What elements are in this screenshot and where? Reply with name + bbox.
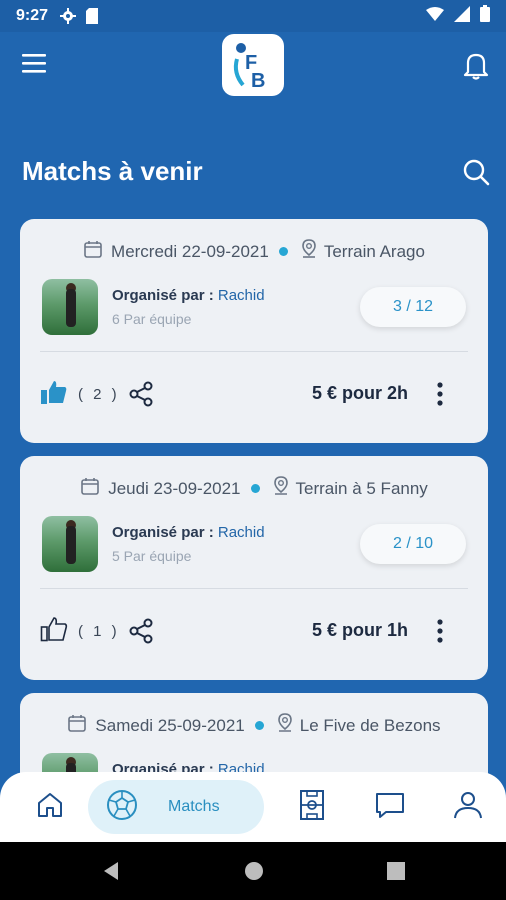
recents-icon[interactable] bbox=[387, 862, 405, 885]
separator-dot bbox=[254, 721, 264, 730]
status-time: 9:27 bbox=[16, 7, 49, 24]
like-button[interactable]: ( 2 ) bbox=[40, 379, 120, 410]
match-date: Samedi 25-09-2021 bbox=[95, 715, 245, 735]
players-per-team: 6 Par équipe bbox=[112, 311, 192, 327]
players-count-badge[interactable]: 2 / 10 bbox=[360, 524, 466, 564]
organiser-line: Organisé par : Rachid bbox=[112, 287, 265, 304]
bottom-navigation: Matchs bbox=[0, 772, 506, 842]
location-pin-icon bbox=[300, 239, 318, 264]
more-options-icon[interactable] bbox=[432, 618, 448, 644]
page-title: Matchs à venir bbox=[22, 156, 203, 186]
thumbs-up-outline-icon bbox=[40, 616, 68, 647]
calendar-icon bbox=[67, 713, 87, 738]
thumbs-up-filled-icon bbox=[40, 379, 68, 410]
match-card-header: Samedi 25-09-2021 Le Five de Bezons bbox=[20, 713, 488, 738]
signal-icon bbox=[454, 5, 470, 27]
match-card[interactable]: Jeudi 23-09-2021 Terrain à 5 Fanny Organ… bbox=[20, 456, 488, 680]
status-bar: 9:27 bbox=[0, 0, 506, 32]
field-icon bbox=[299, 789, 325, 826]
match-date: Mercredi 22-09-2021 bbox=[111, 241, 269, 261]
organiser-name: Rachid bbox=[217, 524, 265, 541]
organiser-avatar bbox=[42, 279, 98, 335]
separator-dot bbox=[278, 247, 288, 256]
nav-field[interactable] bbox=[284, 772, 340, 842]
match-date: Jeudi 23-09-2021 bbox=[108, 478, 241, 498]
match-card-header: Mercredi 22-09-2021 Terrain Arago bbox=[20, 239, 488, 264]
app-logo: F B bbox=[222, 34, 284, 96]
share-icon[interactable] bbox=[128, 381, 154, 412]
back-icon[interactable] bbox=[102, 861, 120, 886]
match-location: Terrain à 5 Fanny bbox=[295, 478, 428, 498]
match-price: 5 € pour 2h bbox=[311, 383, 408, 403]
match-price: 5 € pour 1h bbox=[311, 620, 408, 640]
more-options-icon[interactable] bbox=[432, 381, 448, 407]
home-icon bbox=[36, 791, 64, 824]
calendar-icon bbox=[80, 476, 100, 501]
match-card-header: Jeudi 23-09-2021 Terrain à 5 Fanny bbox=[20, 476, 488, 501]
organiser-label: Organisé par : bbox=[112, 524, 214, 541]
match-location: Terrain Arago bbox=[323, 241, 425, 261]
system-navigation-bar bbox=[0, 842, 506, 900]
match-card[interactable]: Mercredi 22-09-2021 Terrain Arago Organi… bbox=[20, 219, 488, 443]
location-pin-icon bbox=[276, 713, 294, 738]
nav-profile[interactable] bbox=[440, 772, 496, 842]
home-circle-icon[interactable] bbox=[244, 861, 264, 886]
app-header: F B bbox=[0, 32, 506, 128]
sd-card-status-icon bbox=[86, 8, 99, 24]
nav-home[interactable] bbox=[22, 772, 78, 842]
match-location: Le Five de Bezons bbox=[299, 715, 441, 735]
like-count: ( 2 ) bbox=[78, 386, 120, 403]
svg-text:B: B bbox=[251, 70, 265, 91]
menu-icon[interactable] bbox=[22, 52, 50, 76]
nav-matchs-label: Matchs bbox=[168, 798, 220, 815]
players-count-badge[interactable]: 3 / 12 bbox=[360, 287, 466, 327]
like-button[interactable]: ( 1 ) bbox=[40, 616, 120, 647]
nav-chat[interactable] bbox=[362, 772, 418, 842]
card-divider bbox=[40, 588, 468, 589]
nav-matchs[interactable]: Matchs bbox=[88, 780, 264, 834]
location-pin-icon bbox=[272, 476, 290, 501]
organiser-label: Organisé par : bbox=[112, 287, 214, 304]
organiser-name: Rachid bbox=[217, 287, 265, 304]
separator-dot bbox=[250, 484, 260, 493]
card-divider bbox=[40, 351, 468, 352]
organiser-line: Organisé par : Rachid bbox=[112, 524, 265, 541]
share-icon[interactable] bbox=[128, 618, 154, 649]
calendar-icon bbox=[83, 239, 103, 264]
notification-bell-icon[interactable] bbox=[462, 50, 492, 80]
organiser-avatar bbox=[42, 516, 98, 572]
players-per-team: 5 Par équipe bbox=[112, 548, 192, 564]
profile-icon bbox=[453, 791, 483, 824]
like-count: ( 1 ) bbox=[78, 623, 120, 640]
wifi-icon bbox=[426, 6, 444, 26]
battery-icon bbox=[480, 5, 490, 27]
soccer-ball-icon bbox=[106, 789, 138, 826]
search-icon[interactable] bbox=[462, 158, 492, 188]
settings-status-icon bbox=[60, 8, 77, 24]
chat-icon bbox=[374, 791, 406, 824]
